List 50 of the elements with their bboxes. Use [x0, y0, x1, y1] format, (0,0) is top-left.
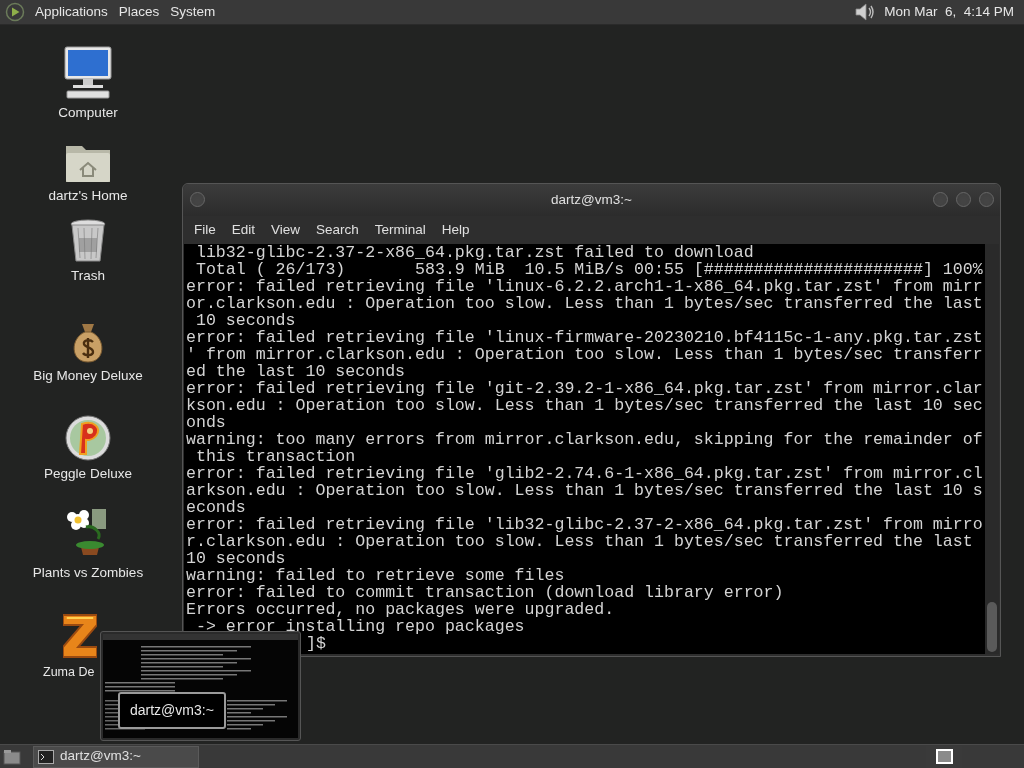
volume-icon[interactable]	[854, 2, 877, 22]
terminal-line: ed the last 10 seconds	[186, 363, 407, 380]
terminal-line: kson.edu : Operation too slow. Less than 1 bytes/sec transferred the last 10 sec	[186, 397, 984, 414]
menu-item[interactable]: Edit	[225, 219, 262, 241]
menu-item[interactable]: File	[188, 219, 222, 241]
window-title: dartz@vm3:~	[551, 190, 632, 209]
terminal-line: error: failed retrieving file 'git-2.39.2-1-x86_64.pkg.tar.zst' from mirror.clar	[186, 380, 984, 397]
window-preview-title: dartz@vm3:~	[118, 692, 226, 729]
menu-item[interactable]: View	[265, 219, 307, 241]
panel-menu[interactable]: Applications	[31, 1, 112, 23]
menu-item[interactable]: Search	[310, 219, 365, 241]
icon-label[interactable]: Computer	[58, 103, 118, 124]
terminal-line: Total ( 26/173) 583.9 MiB 10.5 MiB/s 00:55 [######################] 100%	[194, 261, 984, 278]
terminal-line: 10 seconds	[186, 550, 287, 567]
terminal-line: warning: failed to retrieve some files	[186, 567, 566, 584]
terminal-line: econds	[186, 499, 247, 516]
icon-label[interactable]: Trash	[71, 266, 105, 287]
terminal-line: error: failed retrieving file 'glib2-2.74.6-1-x86_64.pkg.tar.zst' from mirror.cl	[186, 465, 984, 482]
terminal-line: onds	[186, 414, 227, 431]
terminal-line: ]$	[306, 635, 326, 652]
terminal-line: this transaction	[194, 448, 357, 465]
terminal-line: 10 seconds	[194, 312, 297, 329]
terminal-line: ' from mirror.clarkson.edu : Operation too slow. Less than 1 bytes/sec transferr	[186, 346, 984, 363]
terminal-line: error: failed retrieving file 'lib32-glibc-2.37-2-x86_64.pkg.tar.zst' from mirro	[186, 516, 984, 533]
window-preview-tooltip[interactable]: dartz@vm3:~	[100, 631, 301, 741]
terminal-line: r.clarkson.edu : Operation too slow. Less than 1 bytes/sec transferred the last	[186, 533, 974, 550]
icon-label[interactable]: Peggle Deluxe	[44, 464, 132, 485]
terminal-line: arkson.edu : Operation too slow. Less than 1 bytes/sec transferred the last 10 s	[186, 482, 984, 499]
menu-logo-icon[interactable]	[5, 2, 25, 22]
clock[interactable]: Mon Mar 6, 4:14 PM	[884, 1, 1014, 23]
icon-label[interactable]: dartz's Home	[48, 186, 128, 207]
terminal-line: error: failed retrieving file 'linux-firmware-20230210.bf4115c-1-any.pkg.tar.zst	[186, 329, 984, 346]
terminal-line: lib32-glibc-2.37-2-x86_64.pkg.tar.zst failed to download	[194, 244, 755, 261]
terminal-line: or.clarkson.edu : Operation too slow. Less than 1 bytes/sec transferred the last	[186, 295, 984, 312]
computer-icon[interactable]	[63, 45, 113, 101]
icon-label[interactable]: Zuma De	[43, 663, 95, 682]
menu-item[interactable]: Help	[435, 219, 476, 241]
panel-menu[interactable]: Places	[114, 1, 164, 23]
taskbar-button[interactable]: dartz@vm3:~	[33, 745, 199, 768]
menu-item[interactable]: Terminal	[368, 219, 432, 241]
icon-label[interactable]: Plants vs Zombies	[32, 563, 144, 584]
scrollbar[interactable]	[985, 244, 999, 654]
terminal-line: warning: too many errors from mirror.clarkson.edu, skipping for the remainder of	[186, 431, 984, 448]
terminal-line: error: failed retrieving file 'linux-6.2.2.arch1-1-x86_64.pkg.tar.zst' from mirr	[186, 278, 984, 295]
terminal-area[interactable]	[184, 244, 985, 654]
terminal-line: Errors occurred, no packages were upgraded.	[186, 601, 616, 618]
icon-label[interactable]: Big Money Deluxe	[33, 366, 143, 387]
panel-menu[interactable]: System	[166, 1, 220, 23]
terminal-icon	[38, 749, 54, 764]
terminal-line: error: failed to commit transaction (download library error)	[186, 584, 785, 601]
